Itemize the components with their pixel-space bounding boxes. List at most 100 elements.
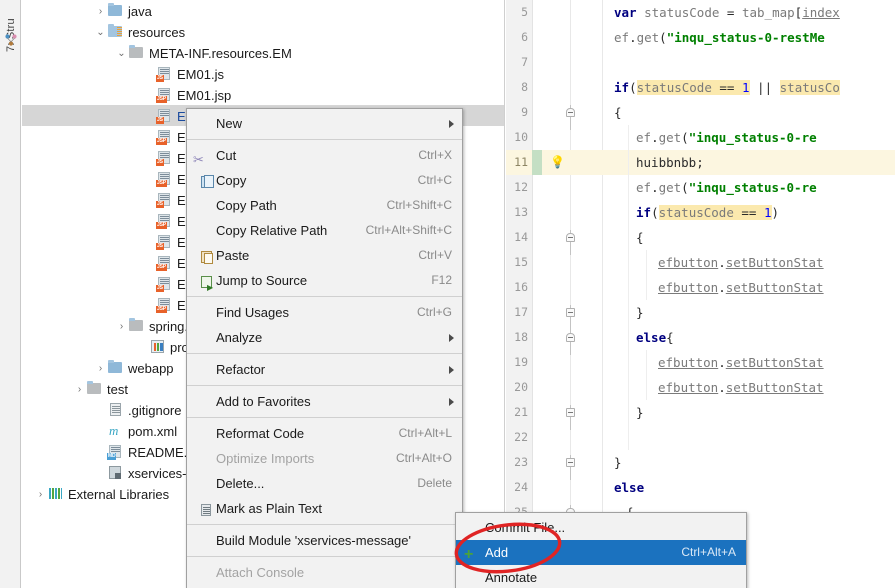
code-line-22[interactable]: 22 (506, 425, 895, 450)
code-text: ef.get("inqu_status-0-re (636, 180, 817, 195)
line-number: 5 (521, 5, 528, 19)
menu-item-jump-to-source[interactable]: Jump to Source F12 (187, 268, 462, 300)
menu-item-label: Refactor (216, 362, 266, 377)
code-line-6[interactable]: 6 ef.get("inqu_status-0-restMe (506, 25, 895, 50)
code-line-7[interactable]: 7 (506, 50, 895, 75)
chevron-right-icon[interactable]: › (115, 316, 128, 337)
chevron-right-icon[interactable]: › (143, 148, 156, 169)
chevron-down-icon[interactable]: ⌄ (94, 22, 107, 43)
doc-file-icon (107, 402, 124, 417)
menu-separator (187, 353, 462, 354)
menu-item-shortcut: Ctrl+Alt+Shift+C (365, 223, 452, 237)
chevron-right-icon[interactable]: › (94, 358, 107, 379)
git-submenu[interactable]: Commit File... Add Ctrl+Alt+A Annotate (455, 512, 747, 588)
intention-bulb-icon[interactable]: 💡 (550, 155, 565, 170)
menu-item-paste[interactable]: Paste Ctrl+V (187, 243, 462, 268)
menu-item-add-to-favorites[interactable]: Add to Favorites (187, 389, 462, 414)
code-line-5[interactable]: 5 var statusCode = tab_map[index (506, 0, 895, 25)
chevron-down-icon[interactable]: ⌄ (115, 43, 128, 64)
chevron-right-icon[interactable]: › (143, 295, 156, 316)
chevron-right-icon[interactable]: › (143, 274, 156, 295)
indent-guide (628, 400, 629, 425)
tree-item-meta-inf-resources-em[interactable]: ⌄ META-INF.resources.EM (22, 42, 504, 63)
library-icon (47, 486, 64, 501)
git-menu-item-annotate[interactable]: Annotate (456, 565, 746, 588)
chevron-right-icon[interactable]: › (143, 190, 156, 211)
code-fold-marker[interactable] (564, 230, 577, 255)
menu-item-mark-as-plain-text[interactable]: Mark as Plain Text (187, 496, 462, 521)
menu-item-shortcut: F12 (431, 273, 452, 287)
chevron-right-icon[interactable]: › (143, 232, 156, 253)
git-menu-item-add[interactable]: Add Ctrl+Alt+A (456, 540, 746, 565)
tree-item-em01-js[interactable]: ›JSEM01.js (22, 63, 504, 84)
tree-item-em01-jsp[interactable]: ›JSPEM01.jsp (22, 84, 504, 105)
code-fold-marker[interactable] (564, 455, 577, 480)
menu-item-copy-path[interactable]: Copy Path Ctrl+Shift+C (187, 193, 462, 218)
chevron-right-icon[interactable]: › (94, 442, 107, 463)
tree-item-label: pom.xml (128, 424, 178, 440)
code-line-23[interactable]: 23} (506, 450, 895, 480)
tree-item-resources[interactable]: ⌄ resources (22, 21, 504, 42)
code-line-17[interactable]: 17} (506, 300, 895, 330)
chevron-right-icon[interactable]: › (34, 484, 47, 505)
code-line-18[interactable]: 18 else{ (506, 325, 895, 355)
menu-item-refactor[interactable]: Refactor (187, 357, 462, 382)
code-line-8[interactable]: 8 if(statusCode == 1 || statusCo (506, 75, 895, 100)
chevron-right-icon[interactable]: › (94, 463, 107, 484)
code-line-14[interactable]: 14 { (506, 225, 895, 255)
code-line-24[interactable]: 24 else (506, 475, 895, 500)
code-line-12[interactable]: 12 ef.get("inqu_status-0-re (506, 175, 895, 200)
js-file-icon: JS (156, 66, 173, 82)
chevron-right-icon[interactable]: › (143, 169, 156, 190)
code-line-21[interactable]: 21} (506, 400, 895, 430)
menu-item-shortcut: Ctrl+Alt+O (395, 451, 452, 465)
menu-item-build-module-xservices-message[interactable]: Build Module 'xservices-message' (187, 528, 462, 553)
chevron-right-icon[interactable]: › (143, 253, 156, 274)
code-line-13[interactable]: 13 if(statusCode == 1) (506, 200, 895, 225)
code-line-10[interactable]: 10 ef.get("inqu_status-0-re (506, 125, 895, 150)
chevron-right-icon[interactable]: › (73, 379, 86, 400)
menu-item-cut[interactable]: Cut Ctrl+X (187, 143, 462, 168)
menu-item-reformat-code[interactable]: Reformat Code Ctrl+Alt+L (187, 421, 462, 446)
menu-item-copy[interactable]: Copy Ctrl+C (187, 168, 462, 193)
menu-item-copy-relative-path[interactable]: Copy Relative Path Ctrl+Alt+Shift+C (187, 218, 462, 243)
menu-item-find-usages[interactable]: Find Usages Ctrl+G (187, 300, 462, 325)
code-fold-marker[interactable] (564, 105, 577, 130)
tree-item-java[interactable]: › java (22, 0, 504, 21)
indent-guide (628, 425, 629, 450)
code-text: { (636, 230, 644, 245)
chevron-right-icon[interactable]: › (143, 127, 156, 148)
code-editor[interactable]: 5 var statusCode = tab_map[index 6 ef.get("… (506, 0, 895, 588)
js-file-icon: JS (156, 150, 173, 166)
git-menu-item-commit-file[interactable]: Commit File... (456, 515, 746, 540)
chevron-right-icon[interactable]: › (143, 64, 156, 85)
code-fold-marker[interactable] (564, 305, 577, 330)
code-line-11[interactable]: 11 💡 huibbnbb; (506, 150, 895, 175)
chevron-right-icon[interactable]: › (143, 106, 156, 127)
code-fold-marker[interactable] (564, 330, 577, 355)
chevron-right-icon[interactable]: › (94, 400, 107, 421)
line-number: 15 (514, 255, 528, 269)
code-text: if(statusCode == 1) (636, 205, 780, 220)
chevron-right-icon[interactable]: › (143, 85, 156, 106)
js-file-icon: JS (156, 192, 173, 208)
file-context-menu[interactable]: New Cut Ctrl+X Copy Ctrl+C Copy Path Ctrl+Shif… (186, 108, 463, 588)
chevron-right-icon[interactable]: › (143, 211, 156, 232)
code-line-19[interactable]: 19 efbutton.setButtonStat (506, 350, 895, 375)
menu-item-analyze[interactable]: Analyze (187, 325, 462, 350)
menu-item-delete[interactable]: Delete... Delete (187, 471, 462, 496)
chevron-right-icon[interactable]: › (94, 1, 107, 22)
code-fold-marker[interactable] (564, 405, 577, 430)
code-line-9[interactable]: 9{ (506, 100, 895, 130)
menu-item-shortcut: Ctrl+Alt+L (398, 426, 452, 440)
code-line-16[interactable]: 16 efbutton.setButtonStat (506, 275, 895, 300)
chevron-right-icon[interactable]: › (136, 337, 149, 358)
menu-item-label: Attach Console (216, 565, 305, 580)
chevron-right-icon[interactable]: › (94, 421, 107, 442)
jsp-file-icon: JSP (156, 171, 173, 187)
code-line-15[interactable]: 15 efbutton.setButtonStat (506, 250, 895, 275)
indent-guide (628, 150, 629, 175)
code-line-20[interactable]: 20 efbutton.setButtonStat (506, 375, 895, 400)
menu-item-new[interactable]: New (187, 111, 462, 136)
code-text: if(statusCode == 1 || statusCo (614, 80, 840, 95)
